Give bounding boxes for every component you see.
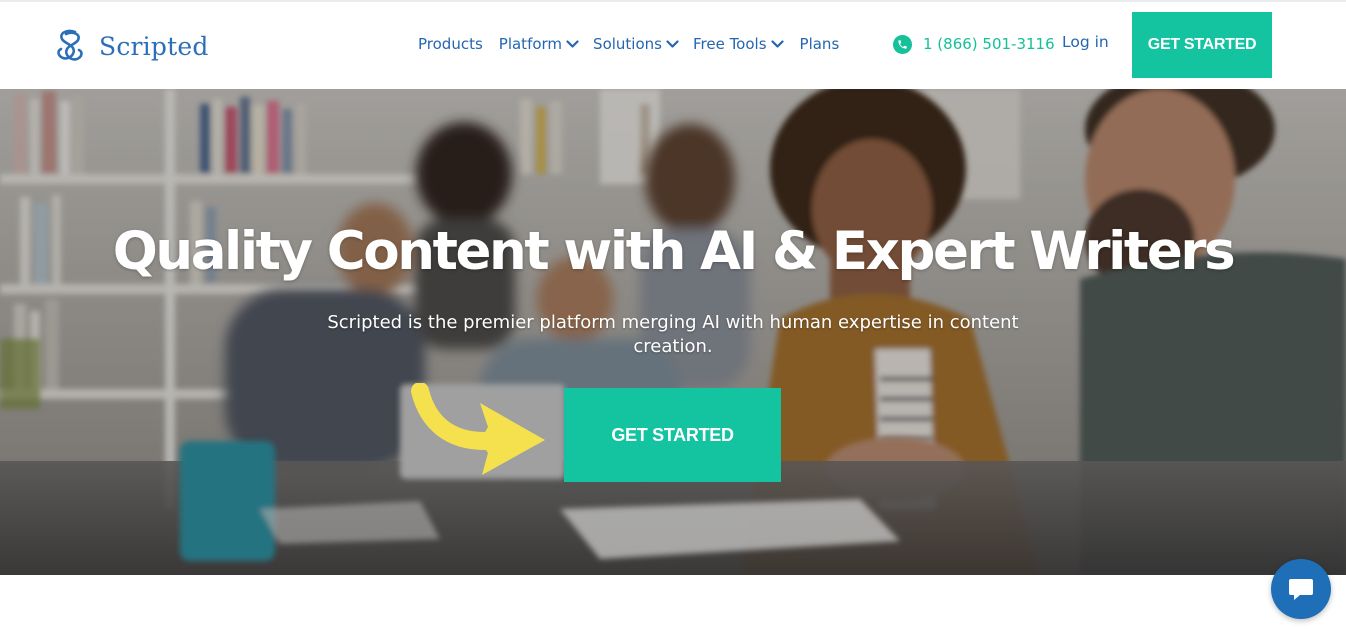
nav-item-free-tools[interactable]: Free Tools [693,35,784,53]
chevron-down-icon [770,39,784,48]
main-nav: Products Platform Solutions Free Tools P… [418,33,839,55]
brand-name: Scripted [99,31,209,61]
nav-item-label: Platform [498,35,563,53]
phone-number: 1 (866) 501-3116 [923,35,1055,53]
scripted-logo-icon [57,29,83,61]
nav-item-products[interactable]: Products [418,35,483,53]
phone-icon [893,34,912,54]
curved-arrow-icon [411,383,545,475]
nav-item-label: Solutions [593,35,662,53]
nav-item-solutions[interactable]: Solutions [593,35,679,53]
chat-launcher-button[interactable] [1271,559,1331,619]
hero-title: Quality Content with AI & Expert Writers [112,221,1236,282]
brand-logo[interactable]: Scripted [55,28,209,64]
site-header: Scripted Products Platform Solutions Fre… [0,2,1346,89]
nav-item-platform[interactable]: Platform [499,35,579,53]
nav-item-label: Free Tools [692,35,767,53]
hero-get-started-button[interactable]: GET STARTED [564,388,781,482]
nav-item-label: Products [418,35,483,53]
header-get-started-button[interactable]: GET STARTED [1132,12,1272,78]
nav-item-label: Plans [799,35,840,53]
chevron-down-icon [566,39,579,48]
nav-item-plans[interactable]: Plans [800,35,840,53]
chat-bubble-icon [1289,579,1313,600]
chevron-down-icon [666,39,679,48]
login-link[interactable]: Log in [1062,33,1109,51]
hero-subtitle: Scripted is the premier platform merging… [327,312,1019,357]
phone-link[interactable]: 1 (866) 501-3116 [893,33,1055,55]
hero-section: Quality Content with AI & Expert Writers… [0,89,1346,575]
